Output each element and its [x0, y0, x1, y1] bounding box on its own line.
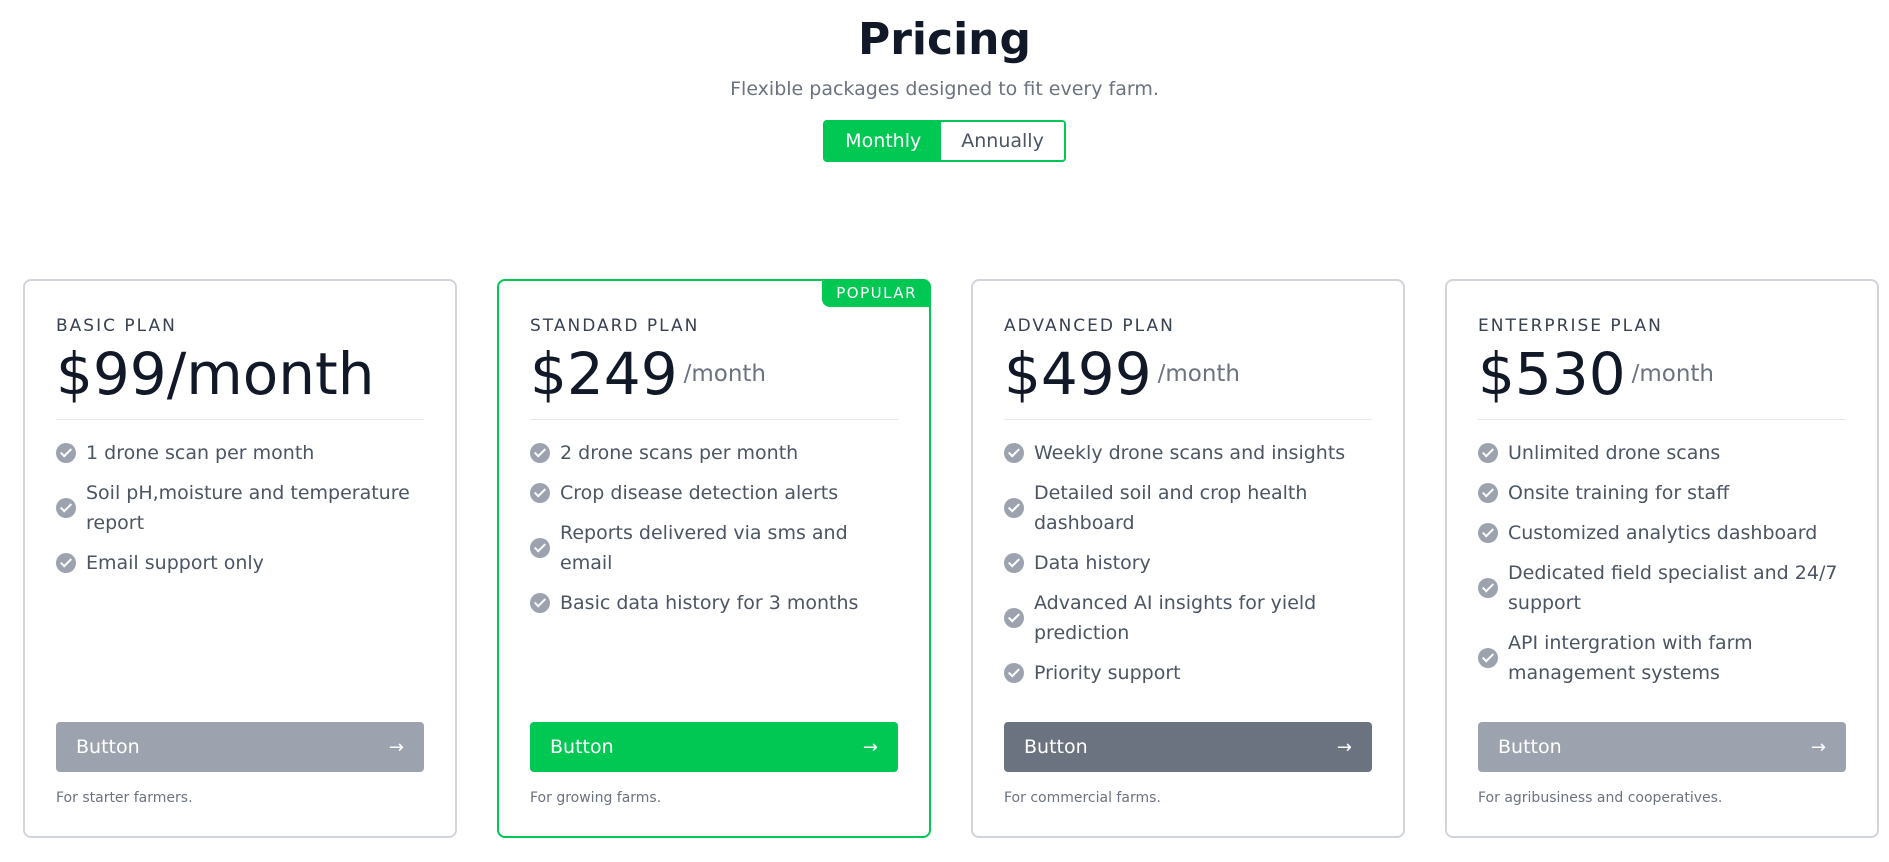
feature-text: Email support only: [86, 552, 264, 574]
feature-item: Email support only: [56, 548, 424, 578]
feature-text: 1 drone scan per month: [86, 442, 315, 464]
button-label: Button: [1498, 736, 1562, 758]
plan-card-standard: POPULAR STANDARD PLAN $249 /month 2 drone…: [497, 279, 931, 838]
check-circle-icon: [56, 443, 76, 463]
plan-cta-button[interactable]: Button →: [530, 722, 898, 772]
check-circle-icon: [56, 498, 76, 518]
check-circle-icon: [1478, 648, 1498, 668]
check-circle-icon: [530, 538, 550, 558]
plan-name: ADVANCED PLAN: [1004, 316, 1175, 336]
plan-cards: BASIC PLAN $99/month 1 drone scan per mo…: [23, 279, 1879, 838]
arrow-right-icon: →: [862, 736, 878, 758]
feature-text: Crop disease detection alerts: [560, 482, 839, 504]
button-label: Button: [76, 736, 140, 758]
plan-name: STANDARD PLAN: [530, 316, 700, 336]
feature-item: Crop disease detection alerts: [530, 478, 898, 508]
page-title: Pricing: [857, 14, 1031, 65]
price-row: $499 /month: [1004, 343, 1372, 420]
arrow-right-icon: →: [1810, 736, 1826, 758]
plan-note: For agribusiness and cooperatives.: [1478, 790, 1723, 806]
feature-text: 2 drone scans per month: [560, 442, 799, 464]
plan-card-advanced: ADVANCED PLAN $499 /month Weekly drone s…: [971, 279, 1405, 838]
feature-text: Dedicated field specialist and 24/7 supp…: [1508, 562, 1838, 614]
feature-text: Soil pH,moisture and temperature report: [86, 482, 410, 534]
plan-cta-button[interactable]: Button →: [1004, 722, 1372, 772]
pricing-page: Pricing Flexible packages designed to fi…: [0, 0, 1889, 862]
feature-item: Data history: [1004, 548, 1372, 578]
feature-text: API intergration with farm management sy…: [1508, 632, 1753, 684]
billing-toggle: Monthly Annually: [823, 120, 1066, 162]
check-circle-icon: [1004, 663, 1024, 683]
feature-item: 1 drone scan per month: [56, 438, 424, 468]
check-circle-icon: [1004, 608, 1024, 628]
feature-item: API intergration with farm management sy…: [1478, 628, 1846, 688]
feature-item: Advanced AI insights for yield predictio…: [1004, 588, 1372, 648]
plan-period: /month: [1631, 361, 1715, 387]
plan-note: For starter farmers.: [56, 790, 193, 806]
toggle-monthly[interactable]: Monthly: [825, 122, 942, 160]
feature-item: Soil pH,moisture and temperature report: [56, 478, 424, 538]
feature-item: Detailed soil and crop health dashboard: [1004, 478, 1372, 538]
plan-price: $99/month: [56, 340, 375, 408]
check-circle-icon: [1004, 443, 1024, 463]
plan-cta-button[interactable]: Button →: [56, 722, 424, 772]
plan-name: BASIC PLAN: [56, 316, 177, 336]
check-circle-icon: [530, 593, 550, 613]
feature-list: 2 drone scans per month Crop disease det…: [530, 438, 898, 618]
check-circle-icon: [530, 443, 550, 463]
feature-item: Customized analytics dashboard: [1478, 518, 1846, 548]
feature-text: Unlimited drone scans: [1508, 442, 1721, 464]
feature-item: Weekly drone scans and insights: [1004, 438, 1372, 468]
page-subtitle: Flexible packages designed to fit every …: [730, 78, 1159, 100]
feature-text: Basic data history for 3 months: [560, 592, 859, 614]
plan-card-basic: BASIC PLAN $99/month 1 drone scan per mo…: [23, 279, 457, 838]
arrow-right-icon: →: [1336, 736, 1352, 758]
toggle-annually[interactable]: Annually: [941, 122, 1064, 160]
button-label: Button: [550, 736, 614, 758]
plan-price: $530: [1478, 340, 1626, 408]
feature-item: Dedicated field specialist and 24/7 supp…: [1478, 558, 1846, 618]
pricing-header: Pricing Flexible packages designed to fi…: [0, 0, 1889, 162]
price-row: $249 /month: [530, 343, 898, 420]
plan-cta-button[interactable]: Button →: [1478, 722, 1846, 772]
feature-text: Advanced AI insights for yield predictio…: [1034, 592, 1317, 644]
feature-text: Customized analytics dashboard: [1508, 522, 1818, 544]
plan-card-enterprise: ENTERPRISE PLAN $530 /month Unlimited dr…: [1445, 279, 1879, 838]
popular-badge: POPULAR: [822, 279, 931, 307]
feature-text: Detailed soil and crop health dashboard: [1034, 482, 1308, 534]
plan-note: For growing farms.: [530, 790, 662, 806]
price-row: $99/month: [56, 343, 424, 420]
check-circle-icon: [1478, 523, 1498, 543]
plan-price: $249: [530, 340, 678, 408]
feature-text: Weekly drone scans and insights: [1034, 442, 1346, 464]
check-circle-icon: [1004, 498, 1024, 518]
check-circle-icon: [1478, 483, 1498, 503]
feature-text: Data history: [1034, 552, 1151, 574]
check-circle-icon: [1478, 578, 1498, 598]
plan-price: $499: [1004, 340, 1152, 408]
feature-text: Priority support: [1034, 662, 1181, 684]
feature-item: Unlimited drone scans: [1478, 438, 1846, 468]
plan-period: /month: [1157, 361, 1241, 387]
check-circle-icon: [1478, 443, 1498, 463]
feature-text: Reports delivered via sms and email: [560, 522, 848, 574]
check-circle-icon: [1004, 553, 1024, 573]
feature-item: 2 drone scans per month: [530, 438, 898, 468]
feature-text: Onsite training for staff: [1508, 482, 1730, 504]
feature-item: Reports delivered via sms and email: [530, 518, 898, 578]
feature-item: Basic data history for 3 months: [530, 588, 898, 618]
plan-note: For commercial farms.: [1004, 790, 1161, 806]
feature-item: Onsite training for staff: [1478, 478, 1846, 508]
feature-list: Weekly drone scans and insights Detailed…: [1004, 438, 1372, 688]
button-label: Button: [1024, 736, 1088, 758]
plan-period: /month: [683, 361, 767, 387]
plan-name: ENTERPRISE PLAN: [1478, 316, 1663, 336]
check-circle-icon: [56, 553, 76, 573]
feature-list: Unlimited drone scans Onsite training fo…: [1478, 438, 1846, 688]
check-circle-icon: [530, 483, 550, 503]
feature-item: Priority support: [1004, 658, 1372, 688]
feature-list: 1 drone scan per month Soil pH,moisture …: [56, 438, 424, 578]
price-row: $530 /month: [1478, 343, 1846, 420]
arrow-right-icon: →: [388, 736, 404, 758]
